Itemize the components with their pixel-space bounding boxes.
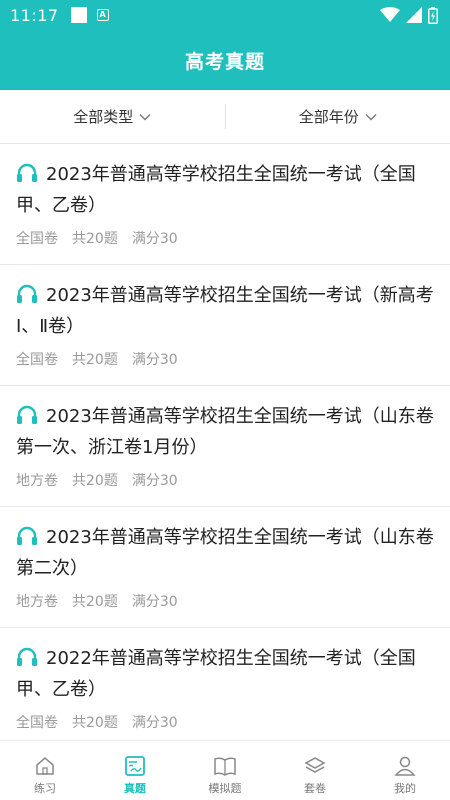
exam-full-score: 满分30: [131, 594, 178, 610]
exam-category: 地方卷: [16, 473, 58, 489]
battery-icon: [428, 6, 438, 24]
bottom-nav: 练习 真题 模拟题 套卷 我的: [0, 740, 450, 800]
exam-question-count: 共20题: [72, 473, 118, 489]
year-filter-dropdown[interactable]: 全部年份: [226, 90, 450, 143]
exam-full-score: 满分30: [131, 352, 178, 368]
wifi-icon: [380, 7, 400, 22]
exam-paper-icon: [125, 756, 145, 776]
exam-meta: 地方卷 共20题 满分30: [16, 591, 192, 611]
exam-meta: 地方卷 共20题 满分30: [16, 470, 192, 490]
filter-bar: 全部类型 全部年份: [0, 90, 450, 144]
exam-full-score: 满分30: [131, 715, 178, 731]
nav-label: 套卷: [304, 782, 326, 795]
exam-title: 2023年普通高等学校招生全国统一考试（山东卷第二次）: [16, 526, 434, 579]
exam-category: 地方卷: [16, 594, 58, 610]
exam-title: 2023年普通高等学校招生全国统一考试（全国甲、乙卷）: [16, 163, 416, 216]
nav-tab-practice[interactable]: 练习: [0, 741, 90, 800]
exam-list-item[interactable]: 2023年普通高等学校招生全国统一考试（山东卷第二次） 地方卷 共20题 满分30: [0, 507, 450, 628]
chevron-down-icon: [365, 113, 377, 120]
year-filter-label: 全部年份: [298, 108, 359, 126]
exam-title: 2022年普通高等学校招生全国统一考试（全国甲、乙卷）: [16, 647, 416, 700]
exam-meta: 全国卷 共20题 满分30: [16, 349, 192, 369]
exam-list-item[interactable]: 2023年普通高等学校招生全国统一考试（新高考Ⅰ、Ⅱ卷） 全国卷 共20题 满分30: [0, 265, 450, 386]
status-time: 11:17: [10, 5, 59, 25]
exam-title: 2023年普通高等学校招生全国统一考试（山东卷第一次、浙江卷1月份）: [16, 405, 434, 458]
exam-category: 全国卷: [16, 715, 58, 731]
nav-tab-paper-sets[interactable]: 套卷: [270, 741, 360, 800]
exam-category: 全国卷: [16, 231, 58, 247]
book-icon: [214, 757, 236, 776]
title-bar: 高考真题: [0, 30, 450, 90]
nav-label: 我的: [394, 782, 416, 795]
keyboard-a-icon: A: [96, 9, 109, 21]
signal-icon: [406, 7, 422, 23]
exam-meta: 全国卷 共20题 满分30: [16, 712, 192, 732]
headphones-icon: [17, 526, 37, 545]
page-title: 高考真题: [184, 50, 265, 73]
nav-tab-mock-exams[interactable]: 模拟题: [180, 741, 270, 800]
exam-full-score: 满分30: [131, 473, 178, 489]
exam-question-count: 共20题: [72, 594, 118, 610]
exam-question-count: 共20题: [72, 231, 118, 247]
exam-list-item[interactable]: 2023年普通高等学校招生全国统一考试（山东卷第一次、浙江卷1月份） 地方卷 共2…: [0, 386, 450, 507]
exam-question-count: 共20题: [72, 715, 118, 731]
status-bar: 11:17 A: [0, 0, 450, 30]
headphones-icon: [17, 163, 37, 182]
layers-icon: [304, 757, 326, 773]
nav-label: 真题: [124, 782, 146, 795]
exam-category: 全国卷: [16, 352, 58, 368]
status-icons: [374, 6, 438, 24]
type-filter-label: 全部类型: [73, 108, 134, 126]
headphones-icon: [17, 405, 37, 424]
home-icon: [36, 757, 54, 775]
exam-list-item[interactable]: 2022年普通高等学校招生全国统一考试（全国甲、乙卷） 全国卷 共20题 满分30: [0, 628, 450, 749]
exam-title: 2023年普通高等学校招生全国统一考试（新高考Ⅰ、Ⅱ卷）: [16, 284, 434, 337]
exam-list-item[interactable]: 2023年普通高等学校招生全国统一考试（全国甲、乙卷） 全国卷 共20题 满分30: [0, 144, 450, 265]
notification-square-icon: [70, 7, 87, 23]
nav-label: 练习: [34, 782, 56, 795]
chevron-down-icon: [139, 113, 151, 120]
exam-meta: 全国卷 共20题 满分30: [16, 228, 192, 248]
exam-full-score: 满分30: [131, 231, 178, 247]
headphones-icon: [17, 284, 37, 303]
exam-question-count: 共20题: [72, 352, 118, 368]
top-bar: 11:17 A 高考真题: [0, 0, 450, 90]
person-icon: [394, 756, 416, 776]
nav-tab-real-exams[interactable]: 真题: [90, 741, 180, 800]
nav-label: 模拟题: [208, 782, 242, 795]
nav-tab-mine[interactable]: 我的: [360, 741, 450, 800]
exam-list: 2023年普通高等学校招生全国统一考试（全国甲、乙卷） 全国卷 共20题 满分30 …: [0, 144, 450, 749]
headphones-icon: [17, 647, 37, 666]
type-filter-dropdown[interactable]: 全部类型: [0, 90, 225, 143]
